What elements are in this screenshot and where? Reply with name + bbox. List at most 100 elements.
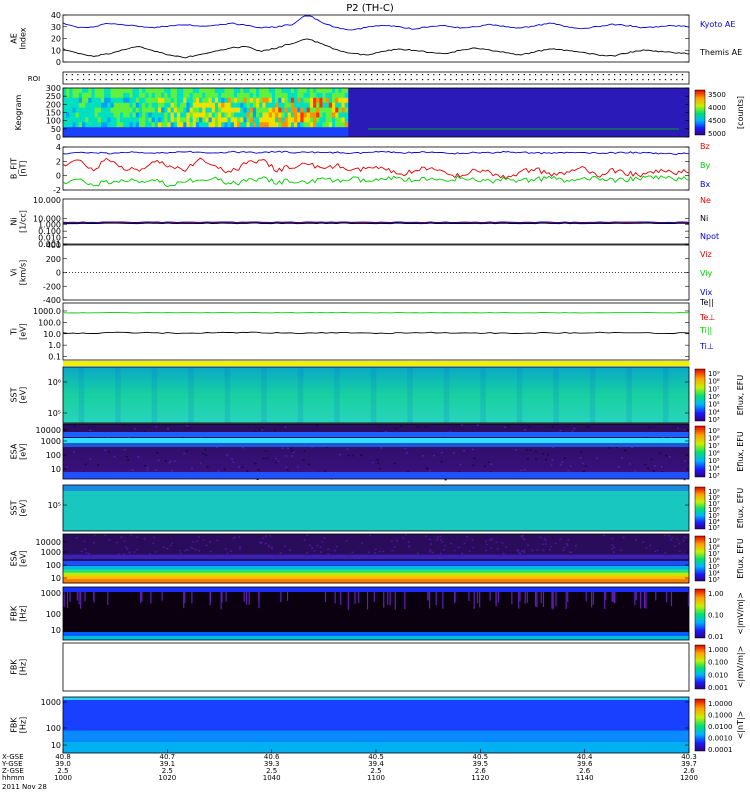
keogram-cell — [275, 97, 279, 104]
roi-dot — [681, 74, 684, 76]
roi-dot — [557, 74, 559, 76]
keogram-cell — [214, 107, 219, 113]
keogram-cell — [110, 127, 115, 133]
keogram-cell — [328, 117, 333, 123]
y-tick-label: 1000.0 — [33, 307, 61, 316]
keogram-cell — [142, 97, 146, 104]
fbk-streak — [183, 592, 185, 609]
esa-noise — [135, 536, 138, 539]
esa-noise — [520, 550, 523, 552]
esa-noise — [391, 549, 394, 552]
esa-noise — [407, 541, 410, 543]
keogram-cell — [294, 92, 298, 99]
keogram-cell — [252, 107, 257, 113]
legend-entry: Ni — [700, 214, 708, 223]
keogram-cell — [227, 102, 232, 108]
keogram-cell — [78, 127, 83, 133]
keogram-cell — [338, 102, 342, 108]
keogram-cell — [284, 102, 289, 108]
keogram-cell — [107, 117, 111, 123]
keogram-cell — [294, 127, 298, 133]
keogram-cell — [142, 127, 146, 133]
keogram-cell — [69, 112, 73, 118]
keogram-cell — [306, 107, 311, 113]
roi-dot — [105, 74, 107, 76]
keogram-cell — [164, 122, 168, 128]
esa-noise — [567, 470, 570, 472]
keogram-cell — [192, 88, 197, 94]
y-tick-label: 20 — [51, 35, 61, 44]
keogram-cell — [135, 92, 140, 99]
esa-noise — [83, 540, 86, 543]
esa-noise — [267, 545, 270, 548]
keogram-cell — [224, 88, 228, 94]
roi-dot — [619, 74, 621, 76]
esa-noise — [164, 460, 167, 462]
esa-noise — [649, 544, 652, 546]
keogram-cell — [189, 97, 194, 104]
legend-entry: Te|| — [699, 298, 714, 307]
keogram-cell — [199, 88, 203, 94]
keogram-cell — [237, 127, 241, 133]
keogram-cell — [199, 107, 203, 113]
keogram-cell — [325, 102, 330, 108]
keogram-cell — [205, 107, 209, 113]
keogram-cell — [205, 127, 209, 133]
esa-noise — [306, 534, 309, 537]
keogram-cell — [135, 122, 140, 128]
esa-noise — [206, 466, 209, 468]
keogram-cell — [211, 92, 216, 99]
roi-dot — [308, 79, 311, 81]
keogram-cell — [237, 97, 241, 104]
keogram-cell — [208, 107, 213, 113]
esa-noise — [407, 546, 410, 548]
keogram-cell — [246, 92, 251, 99]
roi-dot — [518, 79, 520, 81]
keogram-cell — [154, 117, 159, 123]
separator-bar — [63, 361, 689, 366]
roi-dot — [337, 79, 339, 81]
esa-noise — [536, 549, 539, 551]
roi-dot — [263, 79, 265, 81]
esa-noise — [361, 542, 364, 544]
keogram-cell — [123, 127, 127, 133]
series-line — [62, 150, 690, 155]
fbk-streak — [358, 592, 360, 603]
keogram-cell — [186, 122, 190, 128]
fbk-streak — [489, 592, 491, 601]
esa-noise — [323, 537, 326, 539]
roi-dot — [195, 79, 198, 81]
y-axis-label-part: SST — [10, 500, 19, 515]
keogram-cell — [338, 107, 342, 113]
keogram-cell — [306, 127, 311, 133]
keogram-cell — [85, 107, 89, 113]
esa-noise — [652, 470, 655, 472]
keogram-cell — [183, 88, 187, 94]
esa-noise — [205, 454, 208, 456]
spectrogram-cell — [626, 367, 632, 423]
roi-dot — [82, 79, 85, 81]
keogram-cell — [287, 112, 292, 118]
keogram-cell — [224, 92, 228, 99]
roi-dot — [461, 79, 463, 81]
roi-dot — [275, 74, 277, 76]
roi-dot — [184, 79, 186, 81]
colorbar-label-group: <|nT|> — [736, 711, 745, 740]
keogram-cell — [259, 92, 263, 99]
keogram-cell — [313, 92, 317, 99]
roi-dot — [71, 79, 73, 81]
esa-noise — [405, 452, 408, 454]
keogram-cell — [135, 112, 140, 118]
keogram-cell — [221, 127, 225, 133]
keogram-cell — [309, 122, 314, 128]
esa-noise — [501, 542, 504, 544]
esa-noise — [559, 463, 562, 466]
y-axis-label: Keogram — [14, 94, 23, 130]
esa-noise — [195, 540, 198, 542]
keogram-cell — [230, 92, 235, 99]
fbk-streak — [209, 592, 212, 603]
roi-dot — [77, 74, 79, 76]
keogram-cell — [316, 102, 320, 108]
keogram-cell — [81, 122, 86, 128]
keogram-cell — [167, 107, 172, 113]
